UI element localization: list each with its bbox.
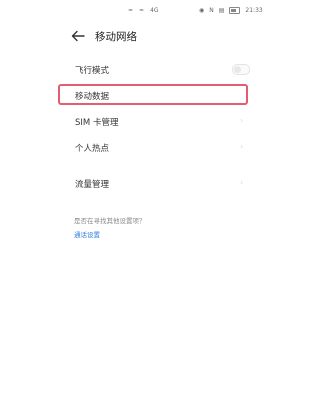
list-item-airplane-mode[interactable]: 飞行模式 [72,60,252,80]
status-left-icons: ≈ ≈ 4G [128,7,159,14]
airplane-mode-toggle[interactable] [232,64,250,75]
list-item-label: 飞行模式 [75,66,110,76]
signal-icon: ≈ [128,7,134,14]
status-bar: ≈ ≈ 4G ◉ N ▤ 21:33 [0,0,320,22]
eye-icon: ◉ [199,7,205,14]
back-button[interactable] [70,28,86,44]
wifi-icon: ≈ [139,7,145,14]
page-title: 移动网络 [95,31,137,43]
list-item-data-usage[interactable]: 流量管理 › [72,174,252,194]
battery-icon [229,7,241,14]
list-item-label: SIM 卡管理 [75,118,119,128]
list-item-hotspot[interactable]: 个人热点 › [72,138,252,158]
arrow-left-icon [71,30,85,42]
status-right-icons: ◉ N ▤ 21:33 [199,7,263,14]
data-icon: 4G [150,7,159,14]
chevron-right-icon: › [240,178,244,187]
nfc-icon: N [209,7,214,14]
status-time: 21:33 [245,7,263,14]
chevron-right-icon: › [240,142,244,151]
header: 移动网络 [0,24,320,48]
chevron-right-icon: › [240,116,244,125]
list-item-label: 流量管理 [75,180,110,190]
list-item-mobile-data[interactable]: 移动数据 [72,86,252,106]
list-item-sim-card[interactable]: SIM 卡管理 › [72,112,252,132]
list-item-label: 个人热点 [75,144,110,154]
hint-text: 是否在寻找其他设置项？ [74,217,146,225]
call-settings-link[interactable]: 通话设置 [74,229,100,239]
vibrate-icon: ▤ [218,7,225,14]
list-item-label: 移动数据 [75,92,110,102]
